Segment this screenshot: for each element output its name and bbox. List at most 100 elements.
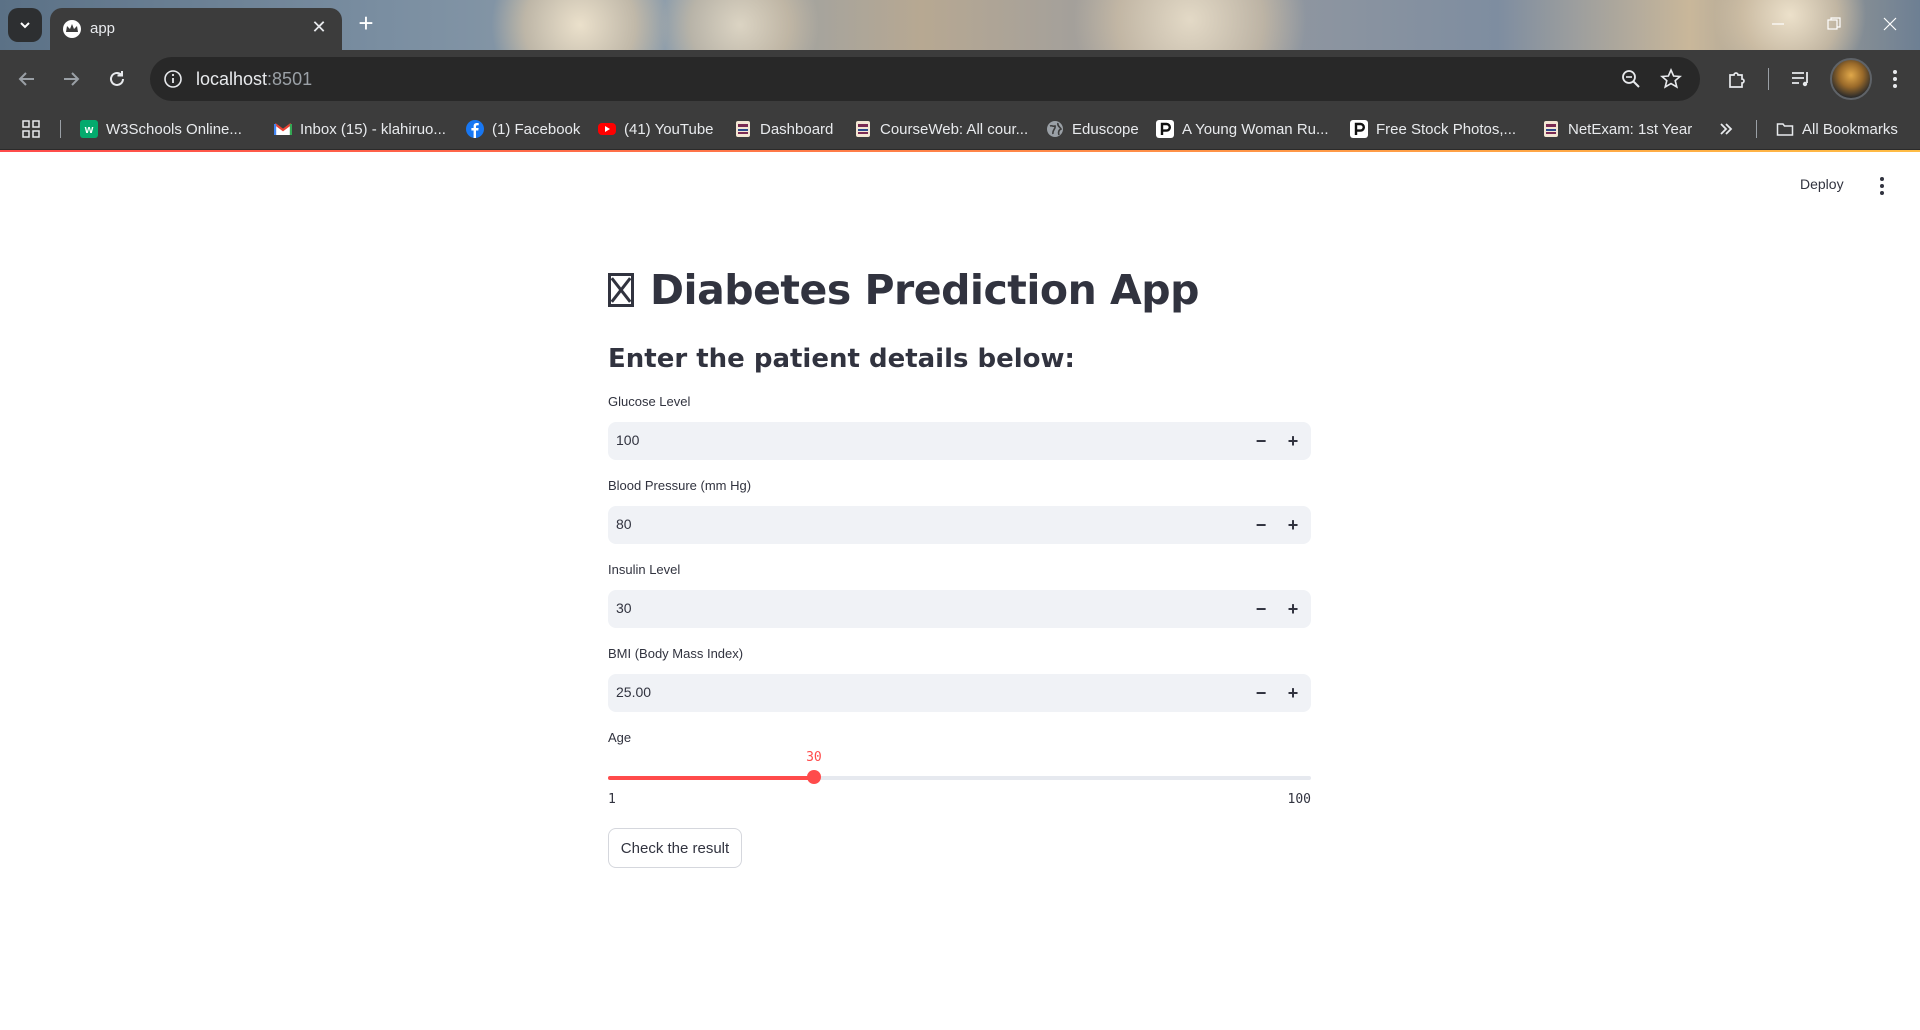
increment-button[interactable]: +	[1278, 510, 1308, 540]
w3schools-icon: w	[80, 120, 98, 138]
field-label: Blood Pressure (mm Hg)	[608, 478, 752, 493]
slider-thumb[interactable]	[806, 770, 821, 784]
input-value[interactable]: 25.00	[616, 684, 651, 700]
chevron-down-icon	[20, 22, 30, 29]
streamlit-loading-bar	[0, 150, 1920, 152]
minimize-icon	[1772, 23, 1784, 25]
bookmarks-bar: w W3Schools Online... Inbox (15) - klahi…	[0, 108, 1920, 150]
arrow-left-icon	[18, 72, 34, 86]
bookmark-separator	[60, 120, 61, 138]
input-value[interactable]: 30	[616, 600, 632, 616]
tab-close-icon[interactable]: ✕	[308, 16, 330, 38]
bookmark-youtube[interactable]: (41) YouTube	[598, 108, 714, 150]
browser-menu-button[interactable]	[1880, 64, 1910, 94]
glucose-number-input[interactable]: 100 − +	[608, 422, 1311, 460]
bookmark-pexels-woman[interactable]: A Young Woman Ru...	[1156, 108, 1329, 150]
gmail-icon	[274, 123, 292, 135]
decrement-button[interactable]: −	[1246, 510, 1276, 540]
bookmark-facebook[interactable]: (1) Facebook	[466, 108, 580, 150]
bookmark-gmail[interactable]: Inbox (15) - klahiruo...	[274, 108, 446, 150]
bookmark-dashboard[interactable]: Dashboard	[734, 108, 833, 150]
missing-emoji-icon	[608, 273, 634, 307]
university-icon	[856, 121, 870, 137]
bmi-number-input[interactable]: 25.00 − +	[608, 674, 1311, 712]
zoom-icon[interactable]	[1620, 68, 1642, 90]
bookmark-eduscope[interactable]: Eduscope	[1046, 108, 1139, 150]
bookmark-star-icon[interactable]	[1660, 68, 1682, 90]
minimize-button[interactable]	[1758, 10, 1798, 38]
forward-button[interactable]	[56, 64, 86, 94]
blood-pressure-number-input[interactable]: 80 − +	[608, 506, 1311, 544]
restore-icon	[1827, 17, 1841, 30]
input-value[interactable]: 80	[616, 516, 632, 532]
tab-search-button[interactable]	[8, 8, 42, 42]
extensions-button[interactable]	[1722, 64, 1752, 94]
more-bookmarks-button[interactable]	[1718, 108, 1734, 150]
field-label: Glucose Level	[608, 394, 691, 409]
browser-titlebar: app ✕ +	[0, 0, 1920, 80]
globe-icon	[1047, 121, 1063, 137]
university-icon	[1544, 121, 1558, 137]
browser-tab-active[interactable]: app ✕	[50, 8, 342, 50]
slider-value: 30	[806, 750, 822, 765]
url-port: :8501	[267, 69, 313, 89]
field-label: Insulin Level	[608, 562, 681, 577]
increment-button[interactable]: +	[1278, 594, 1308, 624]
new-tab-button[interactable]: +	[352, 10, 380, 38]
all-bookmarks-button[interactable]: All Bookmarks	[1776, 108, 1898, 150]
close-icon	[1883, 17, 1897, 31]
double-chevron-right-icon	[1720, 123, 1733, 135]
bmi-field: BMI (Body Mass Index) 25.00 − +	[608, 646, 1311, 712]
age-field: Age	[608, 730, 1311, 750]
reload-icon	[110, 71, 124, 86]
bookmark-label: W3Schools Online...	[106, 120, 242, 138]
deploy-button[interactable]: Deploy	[1800, 176, 1844, 192]
site-info-icon[interactable]	[162, 68, 184, 90]
bookmark-label: A Young Woman Ru...	[1182, 120, 1329, 138]
university-icon	[736, 121, 750, 137]
tab-title: app	[90, 20, 116, 37]
browser-toolbar: localhost:8501	[0, 50, 1920, 108]
bookmark-w3schools[interactable]: w W3Schools Online...	[80, 108, 242, 150]
media-control-button[interactable]	[1786, 64, 1816, 94]
decrement-button[interactable]: −	[1246, 678, 1276, 708]
slider-max-label: 100	[1287, 792, 1311, 807]
blood-pressure-field: Blood Pressure (mm Hg) 80 − +	[608, 478, 1311, 544]
insulin-field: Insulin Level 30 − +	[608, 562, 1311, 628]
close-window-button[interactable]	[1870, 10, 1910, 38]
increment-button[interactable]: +	[1278, 426, 1308, 456]
apps-button[interactable]	[22, 108, 40, 150]
facebook-icon	[466, 120, 484, 138]
pexels-icon	[1156, 120, 1174, 138]
streamlit-crown-icon	[63, 20, 81, 38]
bookmark-courseweb[interactable]: CourseWeb: All cour...	[854, 108, 1028, 150]
address-bar[interactable]: localhost:8501	[150, 57, 1700, 101]
profile-avatar[interactable]	[1830, 58, 1872, 100]
bookmark-label: (1) Facebook	[492, 120, 581, 138]
glucose-field: Glucose Level 100 − +	[608, 394, 1311, 460]
all-bookmarks-label: All Bookmarks	[1802, 120, 1898, 138]
increment-button[interactable]: +	[1278, 678, 1308, 708]
bookmark-pexels-free[interactable]: Free Stock Photos,...	[1350, 108, 1516, 150]
input-value[interactable]: 100	[616, 432, 639, 448]
decrement-button[interactable]: −	[1246, 594, 1276, 624]
puzzle-icon	[1729, 72, 1745, 88]
arrow-right-icon	[64, 72, 80, 86]
bookmark-label: (41) YouTube	[624, 120, 714, 138]
bookmark-netexam[interactable]: NetExam: 1st Year	[1542, 108, 1692, 150]
insulin-number-input[interactable]: 30 − +	[608, 590, 1311, 628]
back-button[interactable]	[12, 64, 42, 94]
decrement-button[interactable]: −	[1246, 426, 1276, 456]
reload-button[interactable]	[102, 64, 132, 94]
pexels-icon	[1350, 120, 1368, 138]
check-result-button[interactable]: Check the result	[608, 828, 742, 868]
section-subtitle: Enter the patient details below:	[608, 344, 1075, 374]
bookmark-label: NetExam: 1st Year	[1568, 120, 1693, 138]
url-text: localhost:8501	[196, 69, 312, 90]
app-menu-button[interactable]	[1872, 174, 1892, 198]
youtube-icon	[598, 123, 616, 135]
url-host: localhost	[196, 69, 268, 89]
restore-button[interactable]	[1814, 10, 1854, 38]
media-queue-icon	[1792, 72, 1808, 87]
toolbar-divider	[1768, 68, 1769, 90]
